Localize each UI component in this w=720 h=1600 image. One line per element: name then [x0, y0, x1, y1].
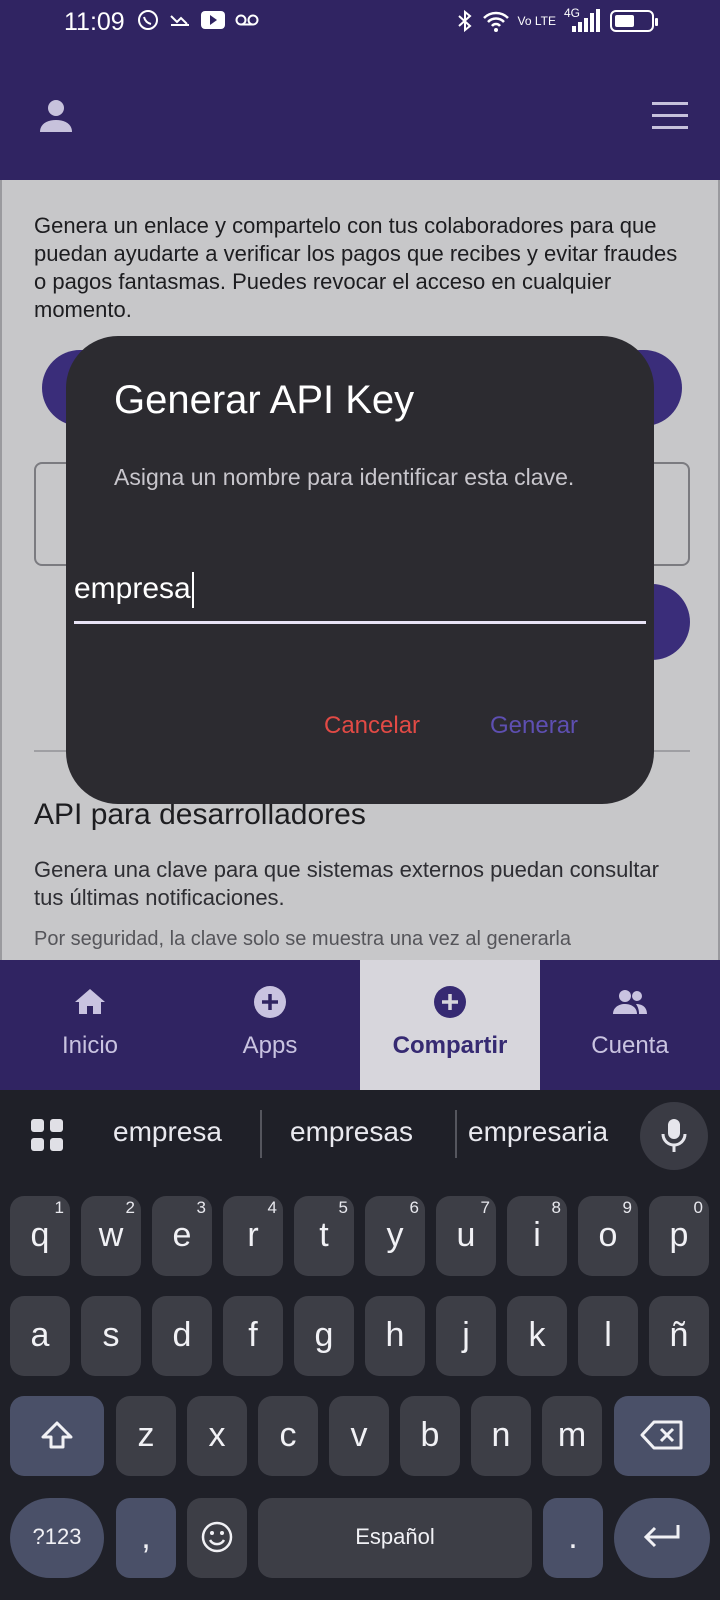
key-k[interactable]: k — [507, 1296, 567, 1376]
key-l[interactable]: l — [578, 1296, 638, 1376]
key-c[interactable]: c — [258, 1396, 318, 1476]
key-w[interactable]: w2 — [81, 1196, 141, 1276]
missed-call-icon — [170, 15, 189, 26]
nav-item-inicio[interactable]: Inicio — [0, 960, 180, 1090]
api-security-note: Por seguridad, la clave solo se muestra … — [34, 928, 571, 950]
nav-item-apps[interactable]: Apps — [180, 960, 360, 1090]
suggestion-3[interactable]: empresaria — [468, 1116, 608, 1148]
key-name-input[interactable]: empresa — [74, 572, 646, 624]
key-o[interactable]: o9 — [578, 1196, 638, 1276]
nav-label: Apps — [242, 1032, 298, 1059]
generate-api-key-dialog: Generar API Key Asigna un nombre para id… — [66, 336, 654, 804]
backspace-icon — [640, 1420, 683, 1450]
key-a[interactable]: a — [10, 1296, 70, 1376]
key-d[interactable]: d — [152, 1296, 212, 1376]
key-v[interactable]: v — [329, 1396, 389, 1476]
key-f[interactable]: f — [223, 1296, 283, 1376]
period-key[interactable]: . — [543, 1498, 603, 1578]
intro-text: Genera un enlace y compartelo con tus co… — [34, 213, 678, 322]
nav-label: Inicio — [61, 1032, 119, 1059]
backspace-key[interactable] — [614, 1396, 710, 1476]
key-p[interactable]: p0 — [649, 1196, 709, 1276]
bluetooth-icon — [457, 9, 472, 33]
generate-button[interactable]: Generar — [490, 712, 578, 740]
key-j[interactable]: j — [436, 1296, 496, 1376]
dialog-message: Asigna un nombre para identificar esta c… — [114, 464, 575, 490]
key-e[interactable]: e3 — [152, 1196, 212, 1276]
enter-icon — [643, 1525, 680, 1548]
plus-circle-icon — [434, 986, 466, 1018]
user-icon[interactable] — [36, 96, 76, 136]
dialog-title: Generar API Key — [114, 378, 415, 422]
emoji-key[interactable] — [187, 1498, 247, 1578]
youtube-icon — [201, 11, 225, 29]
status-time: 11:09 — [64, 8, 125, 36]
app-bar — [0, 44, 720, 180]
suggestion-divider — [260, 1110, 262, 1158]
enter-key[interactable] — [614, 1498, 710, 1578]
text-caret — [191, 572, 194, 609]
key-z[interactable]: z — [116, 1396, 176, 1476]
mic-icon — [661, 1119, 687, 1152]
keyboard: empresa empresas empresaria q1 w2 e3 r4 … — [0, 1090, 720, 1600]
key-enye[interactable]: ñ — [649, 1296, 709, 1376]
key-m[interactable]: m — [542, 1396, 602, 1476]
key-b[interactable]: b — [400, 1396, 460, 1476]
apps-grid-icon[interactable] — [30, 1118, 64, 1152]
suggestion-1[interactable]: empresa — [113, 1116, 222, 1148]
key-q[interactable]: q1 — [10, 1196, 70, 1276]
emoji-icon — [201, 1521, 233, 1553]
nav-item-cuenta[interactable]: Cuenta — [540, 960, 720, 1090]
whatsapp-icon — [138, 10, 158, 30]
key-s[interactable]: s — [81, 1296, 141, 1376]
key-y[interactable]: y6 — [365, 1196, 425, 1276]
comma-key[interactable]: , — [116, 1498, 176, 1578]
home-icon — [75, 989, 105, 1014]
nav-label: Compartir — [392, 1032, 508, 1059]
key-r[interactable]: r4 — [223, 1196, 283, 1276]
bottom-nav: Inicio Apps Compartir Cuenta — [0, 960, 720, 1090]
battery-icon — [610, 10, 658, 32]
space-key[interactable]: Español — [258, 1498, 532, 1578]
api-description: Genera una clave para que sistemas exter… — [34, 857, 659, 910]
signal-icon: 4G — [564, 6, 602, 34]
cancel-button[interactable]: Cancelar — [324, 712, 420, 740]
key-u[interactable]: u7 — [436, 1196, 496, 1276]
suggestion-strip: empresa empresas empresaria — [0, 1090, 720, 1184]
key-n[interactable]: n — [471, 1396, 531, 1476]
symbols-key[interactable]: ?123 — [10, 1498, 104, 1578]
key-t[interactable]: t5 — [294, 1196, 354, 1276]
suggestion-2[interactable]: empresas — [290, 1116, 413, 1148]
wifi-icon — [482, 11, 509, 32]
menu-icon[interactable] — [650, 100, 690, 132]
suggestion-divider — [455, 1110, 457, 1158]
shift-icon — [41, 1421, 73, 1449]
voicemail-icon — [235, 14, 259, 26]
nav-item-compartir[interactable]: Compartir — [360, 960, 540, 1090]
notification-icons — [136, 8, 260, 32]
volte-label: Vo LTE — [517, 14, 556, 28]
key-name-value: empresa — [74, 572, 191, 605]
key-h[interactable]: h — [365, 1296, 425, 1376]
shift-key[interactable] — [10, 1396, 104, 1476]
nav-label: Cuenta — [591, 1032, 669, 1059]
plus-circle-icon — [254, 986, 286, 1018]
key-g[interactable]: g — [294, 1296, 354, 1376]
key-i[interactable]: i8 — [507, 1196, 567, 1276]
people-icon — [613, 990, 647, 1014]
mic-button[interactable] — [640, 1102, 708, 1170]
key-x[interactable]: x — [187, 1396, 247, 1476]
system-icons: Vo LTE 4G — [456, 6, 658, 34]
status-bar: 11:09 Vo LTE 4G — [0, 0, 720, 44]
